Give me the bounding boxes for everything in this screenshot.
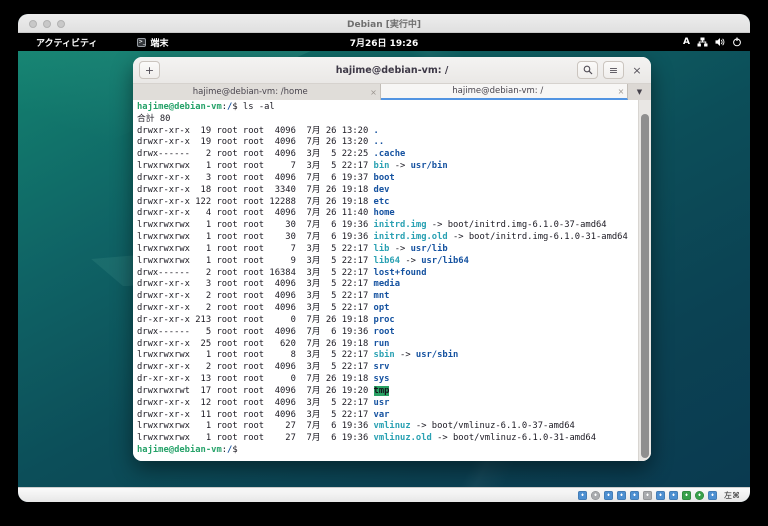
terminal-line: drwxr-xr-x 2 root root 4096 3月 5 22:17 s… [137, 362, 390, 373]
terminal-line: drwx------ 5 root root 4096 7月 6 19:36 r… [137, 326, 395, 337]
terminal-line: lrwxrwxrwx 1 root root 27 7月 6 19:36 vml… [137, 421, 575, 432]
hdd-icon[interactable] [578, 490, 587, 500]
vbox-statusbar: 左⌘ [18, 487, 750, 502]
terminal-line: drwxr-xr-x 4 root root 4096 7月 26 11:40 … [137, 208, 395, 219]
terminal-line: drwxr-xr-x 3 root root 4096 3月 5 22:17 m… [137, 279, 401, 290]
terminal-line: lrwxrwxrwx 1 root root 8 3月 5 22:17 sbin… [137, 350, 459, 361]
vbox-status-icons [578, 490, 717, 500]
focused-app-menu[interactable]: >_ 端末 [133, 36, 172, 49]
input-method-indicator[interactable]: A [683, 37, 690, 47]
hamburger-icon: ≡ [608, 63, 619, 77]
terminal-line: drwxr-xr-x 18 root root 3340 7月 26 19:18… [137, 184, 390, 195]
terminal-line: drwxr-xr-x 19 root root 4096 7月 26 13:20… [137, 125, 379, 136]
processor-icon[interactable] [695, 490, 704, 500]
mouse-integration-icon[interactable] [708, 490, 717, 500]
wired-network-icon[interactable] [697, 37, 708, 47]
zoom-window-button[interactable] [57, 19, 65, 28]
scrollbar-thumb[interactable] [641, 114, 649, 458]
chevron-down-icon: ▼ [636, 88, 643, 96]
terminal-line: drwxr-xr-x 25 root root 620 7月 26 19:18 … [137, 338, 390, 349]
tab-list-button[interactable]: ▼ [628, 84, 651, 100]
system-status-area[interactable]: A [683, 37, 742, 47]
terminal-line: drwxr-xr-x 19 root root 4096 7月 26 13:20… [137, 137, 385, 148]
minimize-window-button[interactable] [43, 19, 51, 28]
tab-close-icon[interactable]: × [368, 88, 380, 97]
terminal-window: + hajime@debian-vm: / ≡ × hajime@debian-… [133, 57, 651, 461]
tab-home[interactable]: hajime@debian-vm: /home × [133, 84, 381, 100]
usb-icon[interactable] [630, 490, 639, 500]
terminal-line: drwxr-xr-x 3 root root 4096 7月 6 19:37 b… [137, 172, 395, 183]
terminal-line: hajime@debian-vm:/$ [137, 445, 243, 456]
tab-label: hajime@debian-vm: / [452, 86, 544, 96]
display-icon[interactable] [656, 490, 665, 500]
terminal-headerbar: + hajime@debian-vm: / ≡ × [133, 57, 651, 84]
terminal-line: lrwxrwxrwx 1 root root 30 7月 6 19:36 ini… [137, 220, 607, 231]
terminal-line: drwxr-xr-x 12 root root 4096 3月 5 22:17 … [137, 397, 390, 408]
terminal-title: hajime@debian-vm: / [335, 64, 449, 76]
traffic-lights [29, 19, 65, 28]
terminal-line: 合計 80 [137, 113, 171, 124]
close-window-button[interactable] [29, 19, 37, 28]
terminal-line: drwxr-xr-x 122 root root 12288 7月 26 19:… [137, 196, 390, 207]
terminal-output: hajime@debian-vm:/$ ls -al 合計 80 drwxr-xr-… [137, 102, 637, 457]
network-adapter-icon[interactable] [617, 490, 626, 500]
terminal-app-icon: >_ [137, 37, 147, 47]
clock-button[interactable]: 7月26日 19:26 [350, 36, 419, 49]
optical-disk-icon[interactable] [591, 490, 600, 500]
tab-root[interactable]: hajime@debian-vm: / × [380, 84, 628, 100]
scrollbar-track[interactable] [638, 100, 651, 461]
mac-titlebar: Debian [実行中] [18, 14, 750, 33]
tab-label: hajime@debian-vm: /home [192, 87, 308, 97]
tab-close-icon[interactable]: × [615, 87, 627, 96]
terminal-line: dr-xr-xr-x 213 root root 0 7月 26 19:18 p… [137, 314, 395, 325]
tab-bar: hajime@debian-vm: /home × hajime@debian-… [133, 84, 651, 100]
terminal-line: lrwxrwxrwx 1 root root 7 3月 5 22:17 lib … [137, 243, 448, 254]
power-icon[interactable] [732, 37, 742, 47]
window-title: Debian [実行中] [347, 19, 421, 30]
new-tab-button[interactable]: + [139, 61, 160, 79]
activities-button[interactable]: アクティビティ [32, 36, 101, 49]
audio-icon[interactable] [604, 490, 613, 500]
terminal-line: drwxrwxrwt 17 root root 4096 7月 26 19:20… [137, 385, 390, 396]
terminal-line: dr-xr-xr-x 13 root root 0 7月 26 19:18 sy… [137, 374, 390, 385]
desktop: + hajime@debian-vm: / ≡ × hajime@debian-… [18, 51, 750, 487]
terminal-line: drwxr-xr-x 2 root root 4096 3月 5 22:17 o… [137, 303, 390, 314]
vm-window: Debian [実行中] アクティビティ >_ 端末 7月26日 19:26 A [18, 14, 750, 502]
shared-folders-icon[interactable] [643, 490, 652, 500]
terminal-line: drwxr-xr-x 11 root root 4096 3月 5 22:17 … [137, 409, 390, 420]
plus-icon: + [144, 63, 155, 77]
terminal-line: lrwxrwxrwx 1 root root 30 7月 6 19:36 ini… [137, 232, 628, 243]
terminal-line: lrwxrwxrwx 1 root root 7 3月 5 22:17 bin … [137, 161, 448, 172]
focused-app-label: 端末 [150, 38, 169, 49]
volume-icon[interactable] [715, 37, 725, 47]
terminal-line: lrwxrwxrwx 1 root root 27 7月 6 19:36 vml… [137, 433, 596, 444]
terminal-line: drwx------ 2 root root 16384 3月 5 22:17 … [137, 267, 427, 278]
features-icon[interactable] [682, 490, 691, 500]
terminal-line: hajime@debian-vm:/$ ls -al [137, 102, 275, 112]
close-terminal-button[interactable]: × [629, 62, 645, 78]
terminal-screen[interactable]: hajime@debian-vm:/$ ls -al 合計 80 drwxr-xr-… [133, 100, 651, 461]
close-icon: × [632, 63, 642, 77]
gnome-topbar: アクティビティ >_ 端末 7月26日 19:26 A [18, 33, 750, 51]
host-key-label: 左⌘ [724, 490, 740, 500]
search-button[interactable] [577, 61, 598, 79]
menu-button[interactable]: ≡ [603, 61, 624, 79]
search-icon [583, 65, 592, 75]
recording-icon[interactable] [669, 490, 678, 500]
terminal-line: lrwxrwxrwx 1 root root 9 3月 5 22:17 lib6… [137, 255, 469, 266]
terminal-line: drwxr-xr-x 2 root root 4096 3月 5 22:17 m… [137, 291, 390, 302]
terminal-line: drwx------ 2 root root 4096 3月 5 22:25 .… [137, 149, 406, 160]
